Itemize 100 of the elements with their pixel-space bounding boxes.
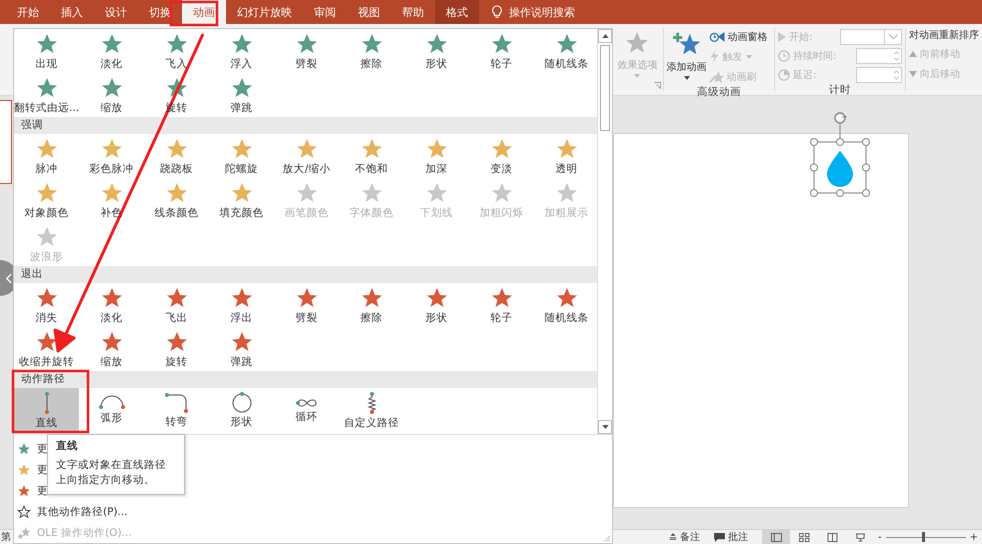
star-icon — [164, 180, 188, 204]
star-icon — [554, 136, 578, 160]
scroll-up-button[interactable] — [598, 29, 612, 43]
menu-item[interactable]: 更 — [14, 438, 48, 459]
zoom-out-button[interactable]: - — [874, 532, 886, 542]
star-icon — [34, 76, 58, 100]
ribbon-tab[interactable]: 审阅 — [303, 0, 347, 24]
group-label: 高级动画 — [696, 85, 742, 100]
play-icon — [778, 32, 786, 42]
ribbon-tab[interactable]: 切换 — [138, 0, 182, 24]
menu-item[interactable]: 其他动作路径(P)... — [14, 501, 128, 522]
triangle-down-icon — [602, 425, 608, 429]
star-icon — [100, 136, 124, 160]
star-icon — [490, 136, 514, 160]
clock-play-icon — [708, 30, 725, 43]
ribbon-tab[interactable]: 格式 — [435, 0, 479, 24]
triangle-up-icon — [909, 50, 917, 56]
section-header: 强调 — [14, 117, 597, 134]
normal-view-button[interactable] — [762, 530, 790, 544]
lightbulb-icon — [491, 5, 503, 19]
motion-path-icon — [232, 392, 252, 414]
chevron-down-icon — [888, 34, 898, 40]
section-header: 退出 — [14, 266, 597, 283]
star-icon — [490, 180, 514, 204]
start-dropdown[interactable] — [840, 28, 902, 44]
star-icon — [230, 286, 254, 310]
selection-frame[interactable] — [810, 124, 870, 197]
zoom-in-button[interactable]: + — [966, 532, 982, 542]
star-icon — [554, 286, 578, 310]
star-icon — [164, 286, 188, 310]
slide-thumbnail[interactable] — [0, 100, 12, 184]
star-icon — [100, 330, 124, 354]
delay-icon — [778, 68, 790, 80]
star-icon — [230, 76, 254, 100]
ribbon-button[interactable]: 动画窗格 — [708, 28, 768, 45]
star-icon — [164, 330, 188, 354]
scrollbar[interactable] — [597, 29, 612, 434]
animation-option[interactable]: 直线 — [14, 388, 79, 432]
star-icon — [17, 484, 31, 498]
star-icon — [34, 32, 58, 56]
star-icon — [17, 462, 31, 476]
tooltip-text: 文字或对象在直线路径上向指定方向移动。 — [56, 458, 167, 488]
add-animation-button[interactable]: 添加动画 — [666, 28, 707, 85]
slide-counter: 第 — [0, 531, 11, 544]
motion-path-icon — [294, 396, 318, 408]
star-brush-icon — [708, 70, 724, 83]
menu-item[interactable]: 更 — [14, 459, 48, 480]
ribbon-tab[interactable]: 插入 — [50, 0, 94, 24]
water-drop-shape[interactable] — [827, 151, 853, 187]
notes-icon — [669, 533, 677, 541]
comments-button[interactable]: 批注 — [714, 530, 748, 544]
motion-path-icon — [366, 390, 376, 414]
star-icon — [230, 136, 254, 160]
view-icon — [770, 532, 782, 542]
zoom-thumb[interactable] — [922, 532, 925, 542]
menu-item[interactable]: 更 — [14, 480, 48, 501]
spin-field[interactable] — [856, 48, 902, 64]
star-icon — [100, 76, 124, 100]
motion-path-icon — [164, 392, 189, 414]
star-icon — [490, 286, 514, 310]
star-icon — [17, 442, 31, 456]
notes-button[interactable]: 备注 — [669, 530, 700, 544]
star-icon — [230, 32, 254, 56]
field-label: 开始: — [789, 30, 812, 44]
scroll-thumb[interactable] — [600, 45, 610, 131]
star-icon — [34, 224, 58, 248]
group-label: 计时 — [828, 83, 852, 98]
view-icon — [798, 532, 810, 542]
spin-field[interactable] — [856, 66, 902, 82]
star-icon — [424, 286, 448, 310]
star-icon — [294, 136, 318, 160]
highlight-frame — [170, 0, 218, 26]
resize-grip-icon[interactable] — [604, 535, 610, 541]
star-icon — [34, 286, 58, 310]
star-icon — [230, 330, 254, 354]
ribbon-tab[interactable]: 开始 — [6, 0, 50, 24]
caret-icon — [746, 54, 752, 58]
section-header: 动作路径 — [14, 371, 597, 388]
star-icon — [34, 180, 58, 204]
comment-icon — [714, 532, 725, 542]
clock-icon — [778, 50, 790, 62]
star-icon — [424, 180, 448, 204]
motion-path-icon — [98, 395, 126, 410]
ribbon-tab[interactable]: 视图 — [347, 0, 391, 24]
star-icon — [424, 136, 448, 160]
caret-icon — [634, 74, 640, 78]
dialog-launcher-icon[interactable] — [654, 82, 661, 89]
ribbon-tab[interactable]: 幻灯片放映 — [226, 0, 303, 24]
rotate-handle-icon[interactable] — [834, 112, 848, 124]
tell-me-search[interactable]: 操作说明搜索 — [509, 4, 575, 20]
ribbon-tab[interactable]: 设计 — [94, 0, 138, 24]
triangle-up-icon — [602, 34, 608, 38]
spinner-arrows-icon — [894, 50, 899, 60]
star-icon — [164, 32, 188, 56]
star-icon — [424, 32, 448, 56]
star-icon — [100, 32, 124, 56]
lightning-icon — [708, 50, 720, 63]
scroll-down-button[interactable] — [598, 420, 612, 434]
star-icon — [34, 136, 58, 160]
ribbon-tab[interactable]: 帮助 — [391, 0, 435, 24]
